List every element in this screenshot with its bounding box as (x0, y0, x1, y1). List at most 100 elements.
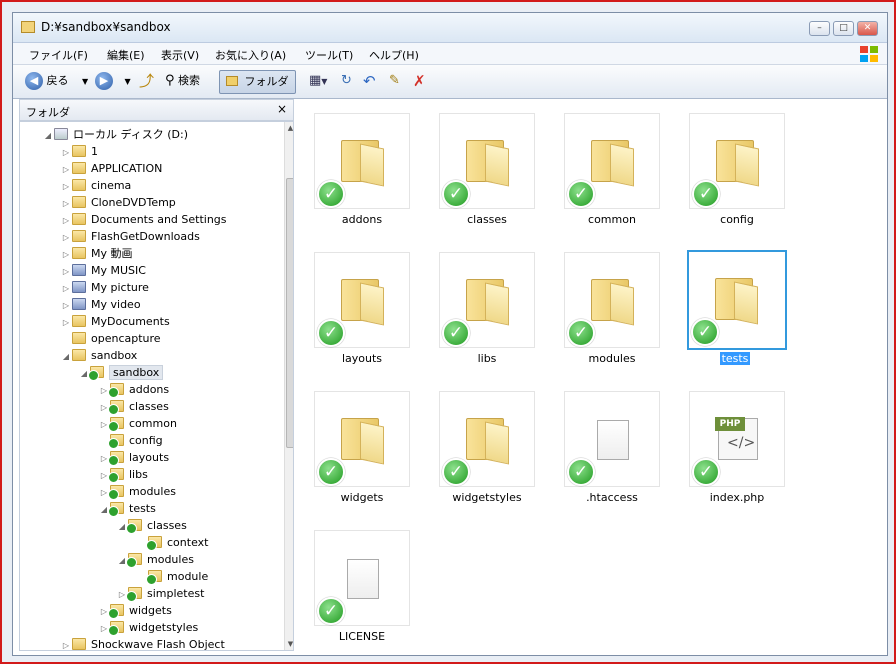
tree-item-label: modules (147, 553, 194, 566)
undo-icon[interactable]: ↶ (363, 70, 376, 94)
php-tag: PHP (715, 417, 745, 431)
file-tile[interactable]: ✓ addons (314, 113, 410, 249)
tree-item[interactable]: ▷ APPLICATION (60, 160, 162, 177)
properties-icon[interactable]: ✎ (389, 70, 400, 94)
tree-item[interactable]: opencapture (60, 330, 161, 347)
tree-item[interactable]: ▷ FlashGetDownloads (60, 228, 200, 245)
file-tile[interactable]: ✓ classes (439, 113, 535, 249)
tree-item[interactable]: ▷ MyDocuments (60, 313, 170, 330)
tree-item-selected[interactable]: ◢ sandbox (78, 364, 164, 381)
expand-arrow-icon[interactable]: ▷ (60, 297, 72, 314)
expand-arrow-icon[interactable]: ▷ (60, 144, 72, 161)
expand-arrow-icon[interactable]: ▷ (60, 314, 72, 331)
collapse-arrow-icon[interactable]: ◢ (42, 127, 54, 144)
tree-item[interactable]: ▷ My picture (60, 279, 149, 296)
tree-item[interactable]: ▷ Documents and Settings (60, 211, 227, 228)
menu-help[interactable]: ヘルプ(H) (369, 47, 419, 63)
menu-view[interactable]: 表示(V) (161, 47, 199, 63)
menu-edit[interactable]: 編集(E) (107, 47, 145, 63)
file-tile[interactable]: ✓ layouts (314, 252, 410, 388)
tree-item[interactable]: ▷ modules (98, 483, 176, 500)
title-bar[interactable]: D:¥sandbox¥sandbox – □ ✕ (13, 13, 887, 43)
folder-icon (341, 140, 379, 182)
search-button[interactable]: ⚲ 検索 (165, 70, 200, 94)
expand-arrow-icon[interactable]: ▷ (60, 263, 72, 280)
folder-icon (715, 278, 753, 320)
scrollbar-thumb[interactable] (286, 178, 293, 448)
forward-dropdown-icon[interactable]: ▼ (125, 77, 131, 86)
views-icon[interactable]: ▦▼ (309, 70, 327, 94)
file-name: .htaccess (586, 491, 638, 504)
tree-item[interactable]: ▷ 1 (60, 143, 98, 160)
file-tile[interactable]: ✓ widgetstyles (439, 391, 535, 527)
tree-item[interactable]: ▷ addons (98, 381, 169, 398)
tree-item[interactable]: ▷ layouts (98, 449, 169, 466)
file-tile[interactable]: ✓ libs (439, 252, 535, 388)
expand-arrow-icon[interactable]: ▷ (60, 195, 72, 212)
tree-item[interactable]: config (98, 432, 163, 449)
tree-item-label: opencapture (91, 332, 161, 345)
checkmark-overlay-icon: ✓ (317, 597, 345, 625)
folders-button[interactable]: フォルダ (219, 70, 296, 94)
tree-item[interactable]: ◢ classes (116, 517, 187, 534)
tree-item[interactable]: ▷ My 動画 (60, 245, 133, 262)
close-button[interactable]: ✕ (857, 21, 878, 36)
collapse-arrow-icon[interactable]: ◢ (60, 348, 72, 365)
folders-pane-close-button[interactable]: × (277, 102, 287, 116)
tree-item[interactable]: ◢ sandbox (60, 347, 137, 364)
file-tile[interactable]: ✓ modules (564, 252, 660, 388)
file-tile[interactable]: ✓ LICENSE (314, 530, 410, 655)
tree-item[interactable]: ▷ My MUSIC (60, 262, 146, 279)
file-name: addons (341, 213, 383, 226)
expand-arrow-icon[interactable]: ▷ (60, 246, 72, 263)
tree-item[interactable]: ▷ My video (60, 296, 141, 313)
file-tile[interactable]: ✓ widgets (314, 391, 410, 527)
checkmark-overlay-icon: ✓ (692, 180, 720, 208)
file-tile[interactable]: PHP </> ✓ index.php (689, 391, 785, 527)
tree-item[interactable]: ▷ simpletest (116, 585, 204, 602)
forward-icon: ▶ (95, 72, 113, 90)
folders-icon (226, 76, 238, 86)
delete-icon[interactable]: ✗ (413, 70, 426, 94)
tree-item[interactable]: ▷ common (98, 415, 177, 432)
thumbnail-frame: ✓ (687, 250, 787, 350)
scroll-up-icon[interactable]: ▲ (285, 124, 293, 132)
tree-item-drive[interactable]: ◢ ローカル ディスク (D:) (42, 126, 188, 143)
menu-tools[interactable]: ツール(T) (305, 47, 353, 63)
menu-file[interactable]: ファイル(F) (29, 47, 88, 63)
menu-favorites[interactable]: お気に入り(A) (215, 47, 286, 63)
back-button[interactable]: ◀ 戻る ▼ (25, 70, 88, 94)
file-tile[interactable]: ✓ config (689, 113, 785, 249)
tree-item[interactable]: ▷ widgets (98, 602, 172, 619)
tree-item[interactable]: ▷ widgetstyles (98, 619, 198, 636)
folder-icon (341, 279, 379, 321)
tree-scrollbar[interactable]: ▲ ▼ (284, 122, 293, 650)
expand-arrow-icon[interactable]: ▷ (60, 212, 72, 229)
tree-item[interactable]: ▷ libs (98, 466, 148, 483)
expand-arrow-icon[interactable]: ▷ (60, 161, 72, 178)
scroll-down-icon[interactable]: ▼ (285, 640, 293, 648)
tree-item[interactable]: ▷ Shockwave Flash Object (60, 636, 225, 650)
file-tile-selected[interactable]: ✓ tests (687, 250, 787, 386)
refresh-icon[interactable]: ↻ (341, 70, 352, 94)
file-tile[interactable]: ✓ .htaccess (564, 391, 660, 527)
expand-arrow-icon[interactable]: ▷ (60, 178, 72, 195)
expand-arrow-icon[interactable]: ▷ (60, 280, 72, 297)
tree-item[interactable]: module (136, 568, 208, 585)
tree-item[interactable]: ▷ classes (98, 398, 169, 415)
tree-item[interactable]: ▷ cinema (60, 177, 131, 194)
file-name: classes (467, 213, 507, 226)
minimize-button[interactable]: – (809, 21, 830, 36)
back-dropdown-icon[interactable]: ▼ (82, 77, 88, 86)
tree-item[interactable]: ◢ modules (116, 551, 194, 568)
tree-item[interactable]: ▷ CloneDVDTemp (60, 194, 176, 211)
expand-arrow-icon[interactable]: ▷ (60, 229, 72, 246)
file-tile[interactable]: ✓ common (564, 113, 660, 249)
up-folder-icon[interactable]: ⤴ (139, 70, 154, 94)
maximize-button[interactable]: □ (833, 21, 854, 36)
expand-arrow-icon[interactable]: ▷ (60, 637, 72, 650)
file-name: widgets (340, 491, 384, 504)
tree-item[interactable]: ◢ tests (98, 500, 156, 517)
forward-button[interactable]: ▶ ▼ (95, 70, 131, 94)
tree-item[interactable]: context (136, 534, 208, 551)
